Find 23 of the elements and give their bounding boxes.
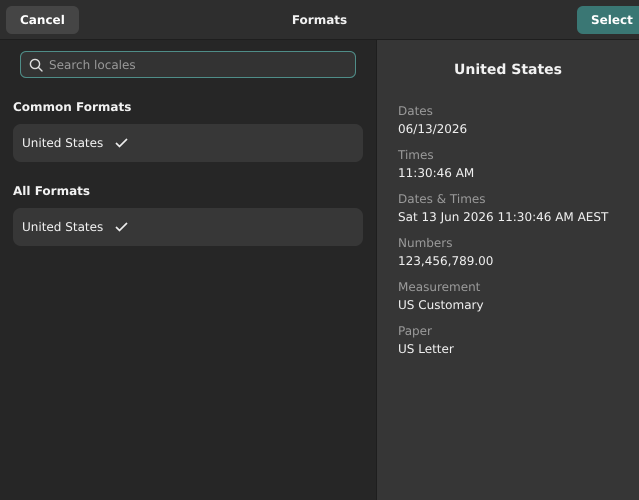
select-button[interactable]: Select	[577, 6, 639, 34]
locale-row[interactable]: United States	[13, 124, 363, 162]
format-value: US Letter	[398, 340, 455, 358]
format-label: Dates & Times	[398, 191, 487, 208]
section-heading: Common Formats	[13, 100, 132, 114]
format-label: Times	[398, 147, 435, 164]
locale-name: United States	[22, 136, 104, 150]
format-value: US Customary	[398, 296, 485, 314]
format-label: Paper	[398, 323, 433, 340]
format-label: Numbers	[398, 235, 454, 252]
format-label: Dates	[398, 103, 434, 120]
dialog-title: Formats	[292, 12, 348, 26]
search-field[interactable]: Search locales	[20, 51, 356, 78]
section-heading: All Formats	[13, 184, 92, 198]
cancel-button[interactable]: Cancel	[6, 6, 79, 34]
preview-title: United States	[453, 62, 563, 78]
format-label: Measurement	[398, 279, 482, 296]
locale-name: United States	[22, 220, 104, 234]
format-value: 11:30:46 AM	[398, 164, 476, 182]
format-value: 06/13/2026	[398, 120, 468, 138]
format-value: 123,456,789.00	[398, 252, 494, 270]
format-value: Sat 13 Jun 2026 11:30:46 AM AEST	[398, 208, 610, 226]
locale-row[interactable]: United States	[13, 208, 363, 246]
